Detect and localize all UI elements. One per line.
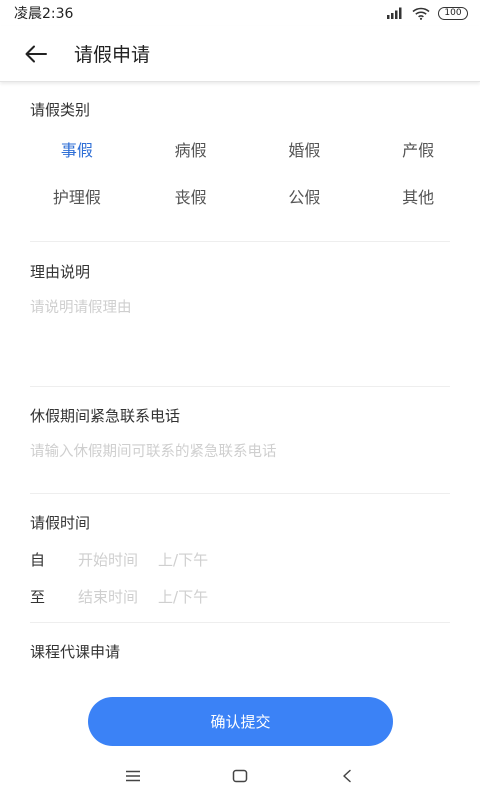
emergency-phone-label: 休假期间紧急联系电话	[30, 407, 181, 425]
system-nav-bar	[0, 758, 480, 794]
menu-icon	[126, 770, 141, 782]
to-label: 至	[30, 587, 46, 606]
leave-time-label: 请假时间	[30, 514, 91, 532]
reason-label: 理由说明	[30, 263, 91, 281]
back-nav-button[interactable]	[327, 758, 367, 794]
leave-type-option-other[interactable]: 其他	[361, 187, 475, 209]
status-icons: 100	[386, 6, 468, 20]
divider	[30, 493, 450, 494]
leave-type-options: 事假 病假 婚假 产假 护理假 丧假 公假 其他	[20, 140, 475, 209]
home-square-icon	[232, 769, 248, 783]
divider	[30, 241, 450, 242]
battery-icon: 100	[438, 6, 468, 20]
divider	[30, 386, 450, 387]
chevron-left-icon	[342, 769, 351, 783]
leave-type-option-marriage[interactable]: 婚假	[248, 140, 362, 162]
app-header: 请假申请	[0, 26, 480, 82]
from-label: 自	[30, 550, 46, 569]
status-time: 凌晨2:36	[14, 6, 74, 22]
start-time-row: 自 开始时间 上/下午	[30, 547, 208, 571]
leave-type-label: 请假类别	[30, 101, 91, 119]
home-button[interactable]	[220, 758, 260, 794]
leave-type-option-sick[interactable]: 病假	[134, 140, 248, 162]
wifi-icon	[412, 7, 430, 20]
start-ampm-picker[interactable]: 上/下午	[158, 549, 208, 570]
start-time-picker[interactable]: 开始时间	[78, 549, 138, 570]
back-button[interactable]	[18, 36, 54, 72]
end-ampm-picker[interactable]: 上/下午	[158, 586, 208, 607]
signal-icon	[387, 7, 402, 19]
arrow-left-icon	[25, 45, 47, 62]
leave-type-option-nursing[interactable]: 护理假	[20, 187, 134, 209]
emergency-phone-input[interactable]	[30, 440, 450, 464]
leave-type-option-maternity[interactable]: 产假	[361, 140, 475, 162]
leave-type-option-official[interactable]: 公假	[248, 187, 362, 209]
status-bar: 凌晨2:36 100	[0, 0, 480, 26]
menu-button[interactable]	[113, 758, 153, 794]
reason-input[interactable]	[30, 296, 450, 376]
course-substitute-label[interactable]: 课程代课申请	[30, 641, 120, 662]
submit-button[interactable]: 确认提交	[88, 697, 393, 746]
page-title: 请假申请	[74, 44, 151, 66]
leave-type-option-bereavement[interactable]: 丧假	[134, 187, 248, 209]
end-time-row: 至 结束时间 上/下午	[30, 584, 208, 608]
leave-type-option-personal[interactable]: 事假	[20, 140, 134, 162]
divider	[30, 622, 450, 623]
end-time-picker[interactable]: 结束时间	[78, 586, 138, 607]
